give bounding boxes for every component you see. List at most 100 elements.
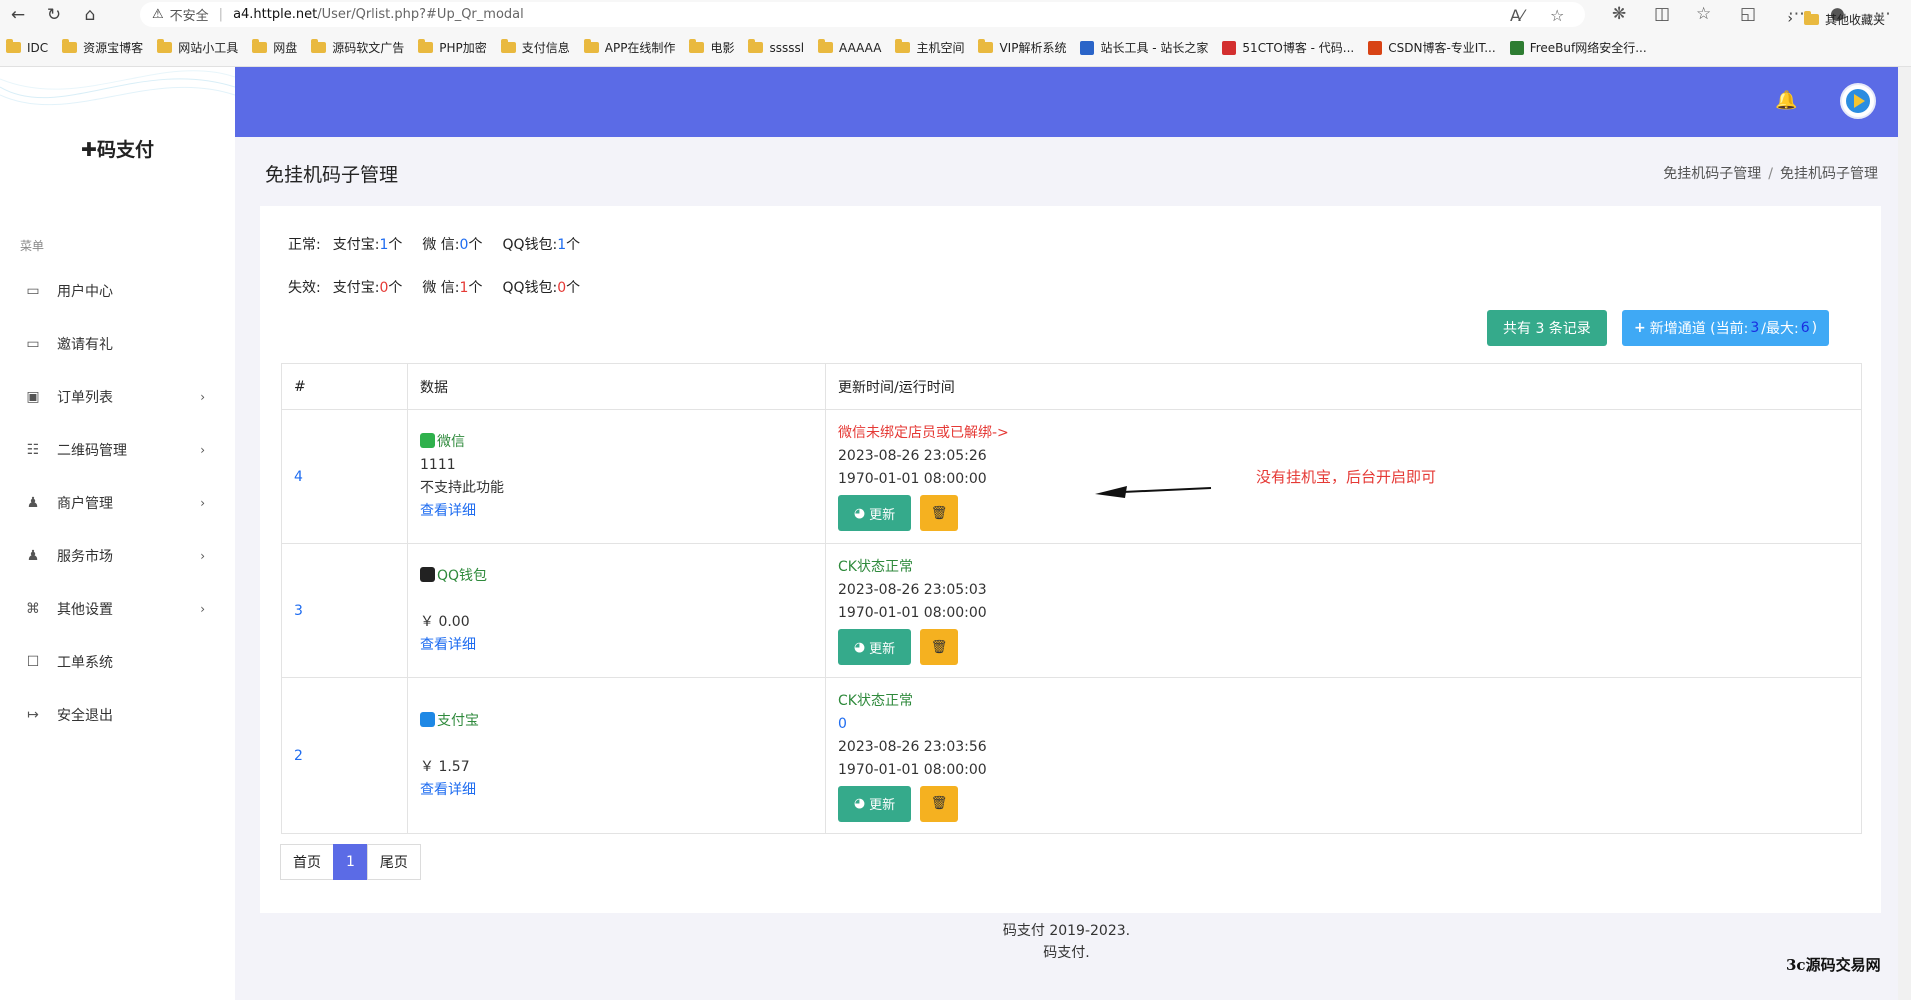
bookmark-item[interactable]: 资源宝博客 [62,39,143,56]
cell-id: 4 [281,409,408,544]
bookmark-item[interactable]: 51CTO博客 - 代码... [1222,39,1354,56]
read-aloud-icon[interactable]: A⁄ [1510,6,1524,25]
alipay-icon [420,711,435,727]
reload-icon[interactable]: ↻ [36,0,72,29]
bookmark-item[interactable]: PHP加密 [418,39,487,56]
bookmark-label: IDC [27,40,49,55]
update-button[interactable]: ◕ 更新 [838,629,911,665]
refresh-icon: ◕ [853,796,866,811]
folder-icon [818,39,834,53]
extensions-icon[interactable]: ❋ [1612,4,1626,24]
sidebar-item[interactable]: ▣ 订单列表 › [0,370,235,423]
data-line3: ￥ 1.57 [420,758,470,775]
folder-icon [978,39,994,53]
sidebar-menu: ▭ 用户中心 ▭ 邀请有礼 ▣ 订单列表 › ☷ 二维码管理 › ♟ 商户管理 › ♟ 服务市场 › ⌘ 其他设置… [0,264,235,741]
add-channel-button[interactable]: + 新增通道 (当前: 3 /最大: 6 ) [1622,310,1830,346]
run-time: 1970-01-01 08:00:00 [838,605,987,621]
bookmark-label: 51CTO博客 - 代码... [1242,41,1355,55]
view-detail-link[interactable]: 查看详细 [420,634,825,657]
bookmark-item[interactable]: 电影 [689,39,734,56]
sidebar-item-label: 工单系统 [57,654,113,671]
bell-icon[interactable]: 🔔 [1775,90,1797,111]
page-first[interactable]: 首页 [280,844,334,880]
url-host: a4.httple.net [233,7,318,22]
favorite-star-icon[interactable]: ☆ [1550,6,1564,25]
data-line2: 1111 [420,456,456,473]
channel-name: 支付宝 [420,710,825,733]
sidebar-item[interactable]: ☷ 二维码管理 › [0,423,235,476]
sidebar-item[interactable]: ☐ 工单系统 [0,635,235,688]
bookmark-label: VIP解析系统 [999,41,1067,55]
sidebar-item[interactable]: ♟ 服务市场 › [0,529,235,582]
breadcrumb: 免挂机码子管理 / 免挂机码子管理 [1663,166,1878,182]
bookmarks-more-icon[interactable]: › [1787,0,1793,38]
bookmark-item[interactable]: AAAAA [818,39,881,55]
update-button[interactable]: ◕ 更新 [838,785,911,822]
bookmark-label: PHP加密 [439,41,487,55]
folder-icon [62,39,78,53]
row-id-link[interactable]: 3 [294,603,303,619]
bookmark-item[interactable]: 主机空间 [895,39,964,56]
delete-button[interactable]: 🗑 [920,629,958,665]
update-button[interactable]: ◕ 更新 [838,495,911,531]
footer-line1: 码支付 2019-2023. [1002,923,1131,939]
sidebar-item-label: 订单列表 [57,389,113,406]
cell-id: 2 [281,677,408,834]
bookmark-item[interactable]: 源码软文广告 [311,39,404,56]
app-logo[interactable]: ✚码支付 [0,135,235,162]
delete-button[interactable]: 🗑 [920,495,958,531]
update-button-label: 更新 [869,641,896,657]
folder-icon [689,39,705,53]
bookmark-item[interactable]: 站长工具 - 站长之家 [1080,39,1208,56]
bookmark-item[interactable]: 支付信息 [500,39,570,56]
sidebar-item[interactable]: ▭ 邀请有礼 [0,317,235,370]
bookmark-label: 主机空间 [916,41,965,55]
view-detail-link[interactable]: 查看详细 [420,500,825,523]
folder-icon [311,39,327,53]
sidebar-item[interactable]: ↦ 安全退出 [0,688,235,741]
bookmark-label: 网站小工具 [178,41,239,55]
sidebar-item-label: 二维码管理 [57,442,127,459]
page-last[interactable]: 尾页 [366,844,421,880]
sidebar-item[interactable]: ⌘ 其他设置 › [0,582,235,635]
table-row: 4 微信 1111 不支持此功能 查看详细 微信未绑定店员或已解绑-> 2023-08-26… [281,409,1862,544]
bookmark-item[interactable]: APP在线制作 [583,39,675,56]
split-screen-icon[interactable]: ◫ [1654,4,1670,24]
collections-icon[interactable]: ◱ [1740,4,1756,24]
address-bar[interactable]: ⚠ 不安全 | a4.httple.net /User/Qrlist.php?#… [140,2,1585,27]
page-current[interactable]: 1 [333,844,368,880]
bookmark-item[interactable]: CSDN博客-专业IT... [1368,39,1496,56]
delete-button[interactable]: 🗑 [920,785,958,822]
favorites-icon[interactable]: ☆ [1696,4,1711,24]
folder-icon [6,39,21,53]
bookmark-item[interactable]: 网盘 [252,39,297,56]
status-text: 微信未绑定店员或已解绑-> [838,425,1009,441]
sidebar-item[interactable]: ♟ 商户管理 › [0,476,235,529]
other-bookmarks[interactable]: 其他收藏夹 [1803,0,1899,38]
annotation-text: 没有挂机宝，后台开启即可 [1256,468,1437,486]
breadcrumb-item[interactable]: 免挂机码子管理 [1663,166,1761,182]
home-icon[interactable]: ⌂ [72,0,108,29]
sidebar-item[interactable]: ▭ 用户中心 [0,264,235,317]
avatar[interactable] [1840,83,1876,119]
row-id-link[interactable]: 2 [294,748,303,764]
view-detail-link[interactable]: 查看详细 [420,779,825,802]
bookmark-item[interactable]: VIP解析系统 [978,39,1066,56]
column-header-id: # [281,363,408,410]
record-count-button[interactable]: 共有 3 条记录 [1487,310,1607,346]
scrollbar[interactable] [1898,67,1911,1000]
bookmark-item[interactable]: sssssl [748,39,804,55]
folder-icon [583,39,599,53]
menu-title: 菜单 [20,239,45,253]
bookmark-item[interactable]: IDC [6,39,49,55]
bookmark-item[interactable]: 网站小工具 [157,39,238,56]
cell-data: 微信 1111 不支持此功能 查看详细 [407,409,826,544]
plus-icon: + [1634,320,1646,336]
row-id-link[interactable]: 4 [294,469,303,485]
back-icon[interactable]: ← [0,0,36,29]
bookmark-item[interactable]: FreeBuf网络安全行... [1509,39,1647,56]
monitor-icon: ▭ [26,335,40,352]
monitor-icon: ▭ [26,282,40,299]
qq-icon [420,566,435,582]
sidebar-item-label: 商户管理 [57,495,113,512]
